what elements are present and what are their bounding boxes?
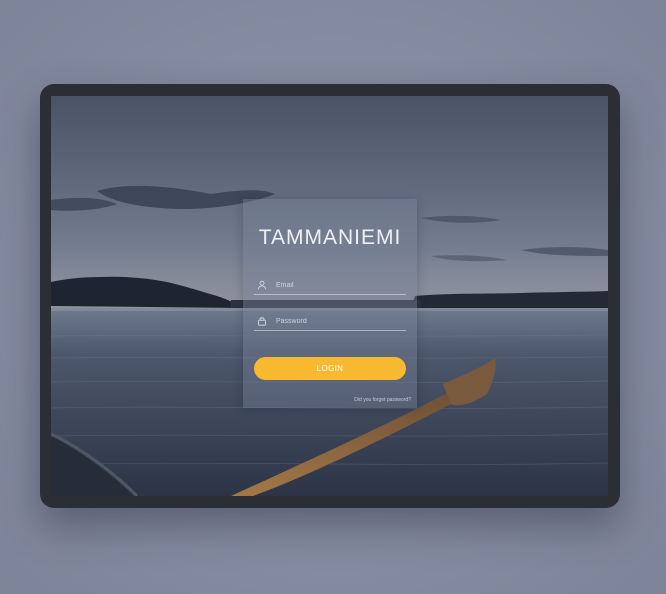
page-background: TAMMANIEMI LOGIN Did you f: [0, 0, 666, 594]
password-input[interactable]: [276, 314, 404, 328]
login-button[interactable]: LOGIN: [254, 357, 406, 380]
password-field-wrapper: [254, 314, 406, 331]
email-input[interactable]: [276, 278, 404, 292]
user-icon: [257, 280, 267, 290]
tablet-frame: TAMMANIEMI LOGIN Did you f: [40, 84, 620, 508]
email-field-wrapper: [254, 278, 406, 295]
lock-icon: [258, 317, 266, 326]
login-panel: TAMMANIEMI LOGIN Did you f: [243, 199, 417, 408]
brand-title: TAMMANIEMI: [258, 226, 402, 249]
forgot-password-link[interactable]: Did you forget password?: [354, 397, 411, 403]
login-screen: TAMMANIEMI LOGIN Did you f: [51, 96, 608, 496]
